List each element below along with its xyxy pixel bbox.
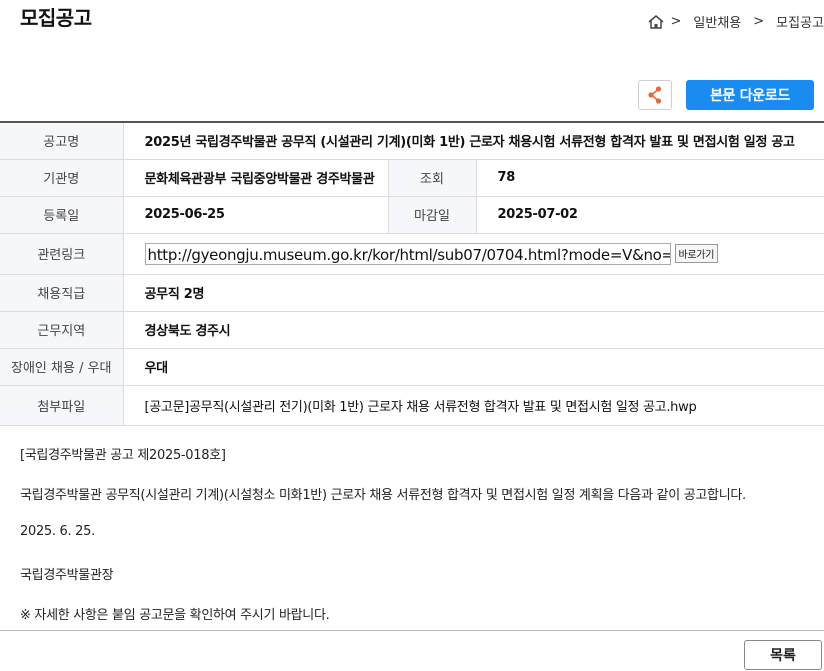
label-attachment: 첨부파일 <box>0 385 124 426</box>
value-disabled: 우대 <box>123 348 824 386</box>
value-deadline: 2025-07-02 <box>476 196 824 234</box>
value-link: http://gyeongju.museum.go.kr/kor/html/su… <box>123 233 824 275</box>
value-region: 경상북도 경주시 <box>123 311 824 349</box>
table-row: 장애인 채용 / 우대 우대 <box>0 348 824 386</box>
breadcrumb-item-general[interactable]: 일반채용 <box>693 12 741 31</box>
label-disabled: 장애인 채용 / 우대 <box>0 348 124 386</box>
body-line: [국립경주박물관 공고 제2025-018호] <box>20 448 226 463</box>
table-row: 관련링크 http://gyeongju.museum.go.kr/kor/ht… <box>0 233 824 275</box>
attachment-link[interactable]: [공고문]공무직(시설관리 전기)(미화 1반) 근로자 채용 서류전형 합격자… <box>123 385 824 426</box>
body-line: 국립경주박물관장 <box>20 568 114 583</box>
share-button[interactable] <box>638 80 672 110</box>
body-line: 국립경주박물관 공무직(시설관리 기계)(시설청소 미화1반) 근로자 채용 서… <box>20 488 746 503</box>
table-row: 기관명 문화체육관광부 국립중앙박물관 경주박물관 조회 78 <box>0 159 824 197</box>
announcement-info-table: 공고명 2025년 국립경주박물관 공무직 (시설관리 기계)(미화 1반) 근… <box>0 121 824 426</box>
table-row: 등록일 2025-06-25 마감일 2025-07-02 <box>0 196 824 234</box>
label-agency: 기관명 <box>0 159 124 197</box>
table-row: 첨부파일 [공고문]공무직(시설관리 전기)(미화 1반) 근로자 채용 서류전… <box>0 385 824 426</box>
body-line: ※ 자세한 사항은 붙임 공고문을 확인하여 주시기 바랍니다. <box>20 608 330 623</box>
value-title: 2025년 국립경주박물관 공무직 (시설관리 기계)(미화 1반) 근로자 채… <box>123 122 824 160</box>
page-title: 모집공고 <box>20 6 92 30</box>
list-button[interactable]: 목록 <box>744 640 822 670</box>
divider <box>0 630 824 631</box>
breadcrumb-separator: > <box>670 14 682 29</box>
label-position: 채용직급 <box>0 274 124 312</box>
label-registered: 등록일 <box>0 196 124 234</box>
table-row: 공고명 2025년 국립경주박물관 공무직 (시설관리 기계)(미화 1반) 근… <box>0 122 824 160</box>
breadcrumb-item-current: 모집공고 <box>776 16 824 31</box>
label-deadline: 마감일 <box>387 196 477 234</box>
label-title: 공고명 <box>0 122 124 160</box>
value-position: 공무직 2명 <box>123 274 824 312</box>
download-body-button[interactable]: 본문 다운로드 <box>686 80 814 110</box>
table-row: 채용직급 공무직 2명 <box>0 274 824 312</box>
value-registered: 2025-06-25 <box>123 196 388 234</box>
breadcrumb: > 일반채용 > 모집공고 <box>647 12 824 31</box>
label-region: 근무지역 <box>0 311 124 349</box>
go-link-button[interactable]: 바로가기 <box>674 244 719 263</box>
value-views: 78 <box>476 159 824 197</box>
home-icon[interactable] <box>647 14 665 30</box>
body-line: 2025. 6. 25. <box>20 524 95 539</box>
label-views: 조회 <box>387 159 477 197</box>
value-agency: 문화체육관광부 국립중앙박물관 경주박물관 <box>123 159 388 197</box>
breadcrumb-separator: > <box>753 14 765 29</box>
label-link: 관련링크 <box>0 233 124 275</box>
share-icon <box>648 86 662 104</box>
related-link-url[interactable]: http://gyeongju.museum.go.kr/kor/html/su… <box>144 242 671 265</box>
table-row: 근무지역 경상북도 경주시 <box>0 311 824 349</box>
